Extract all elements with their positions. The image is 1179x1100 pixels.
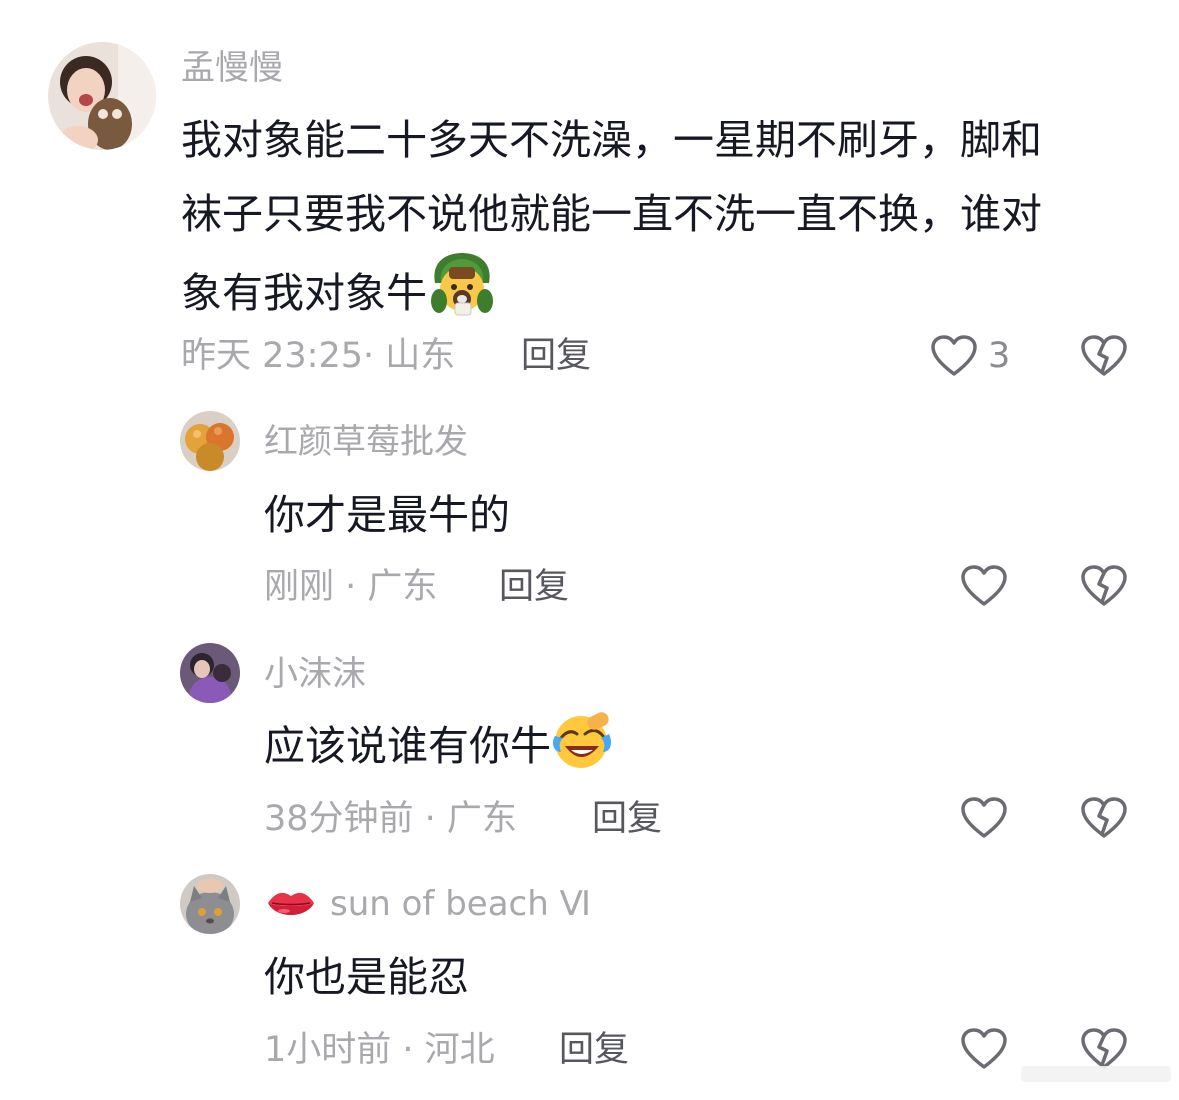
reply-button[interactable]: 回复 [521, 334, 591, 378]
dislike-button[interactable] [1078, 792, 1130, 844]
broken-heart-icon [1081, 565, 1127, 606]
comment-text: 你也是能忍 [264, 953, 469, 1001]
comment-meta: 1小时前 · 河北 [264, 1030, 495, 1070]
reply-button[interactable]: 回复 [499, 565, 569, 609]
heart-outline-icon [961, 1028, 1007, 1069]
comment-text-segment: 应该说谁有你牛 [264, 722, 551, 770]
reply-button[interactable]: 回复 [559, 1028, 629, 1072]
lips-emoji [266, 887, 316, 930]
heart-outline-icon [961, 797, 1007, 838]
comment-text-line: 象有我对象牛 [181, 251, 1121, 340]
broken-heart-icon [1081, 797, 1127, 838]
broken-heart-icon [1081, 335, 1127, 376]
username-text: sun of beach Ⅵ [330, 884, 591, 924]
comment-meta: 刚刚 · 广东 [264, 567, 438, 607]
avatar[interactable] [48, 42, 156, 150]
comment-text-line: 我对象能二十多天不洗澡，一星期不刷牙，脚和 [181, 116, 1042, 164]
avatar[interactable] [180, 643, 240, 703]
dislike-button[interactable] [1078, 330, 1130, 382]
laughing-crying-emoji [551, 712, 613, 793]
bear-hat-sticker-emoji [427, 251, 497, 340]
like-button[interactable] [928, 330, 980, 382]
username[interactable]: 红颜草莓批发 [264, 422, 468, 462]
comment-text-line: 袜子只要我不说他就能一直不洗一直不换，谁对 [181, 190, 1042, 238]
comment-text: 我对象能二十多天不洗澡，一星期不刷牙，脚和 袜子只要我不说他就能一直不洗一直不换… [181, 103, 1121, 340]
comment-text-segment: 象有我对象牛 [181, 269, 427, 317]
heart-outline-icon [961, 565, 1007, 606]
dislike-button[interactable] [1078, 560, 1130, 612]
avatar[interactable] [180, 411, 240, 471]
like-count: 3 [988, 336, 1011, 376]
username[interactable]: 小沫沫 [264, 654, 366, 694]
like-button[interactable] [958, 560, 1010, 612]
avatar[interactable] [180, 874, 240, 934]
heart-outline-icon [931, 335, 977, 376]
like-button[interactable] [958, 792, 1010, 844]
reply-button[interactable]: 回复 [592, 797, 662, 841]
watermark [1021, 1062, 1171, 1086]
comment-text: 你才是最牛的 [264, 491, 510, 539]
comment-meta: 38分钟前 · 广东 [264, 799, 517, 839]
comment-meta: 昨天 23:25· 山东 [181, 336, 456, 376]
like-button[interactable] [958, 1023, 1010, 1075]
username[interactable]: sun of beach Ⅵ [266, 884, 591, 930]
comment-text: 应该说谁有你牛 [264, 709, 613, 793]
username[interactable]: 孟慢慢 [181, 48, 283, 88]
